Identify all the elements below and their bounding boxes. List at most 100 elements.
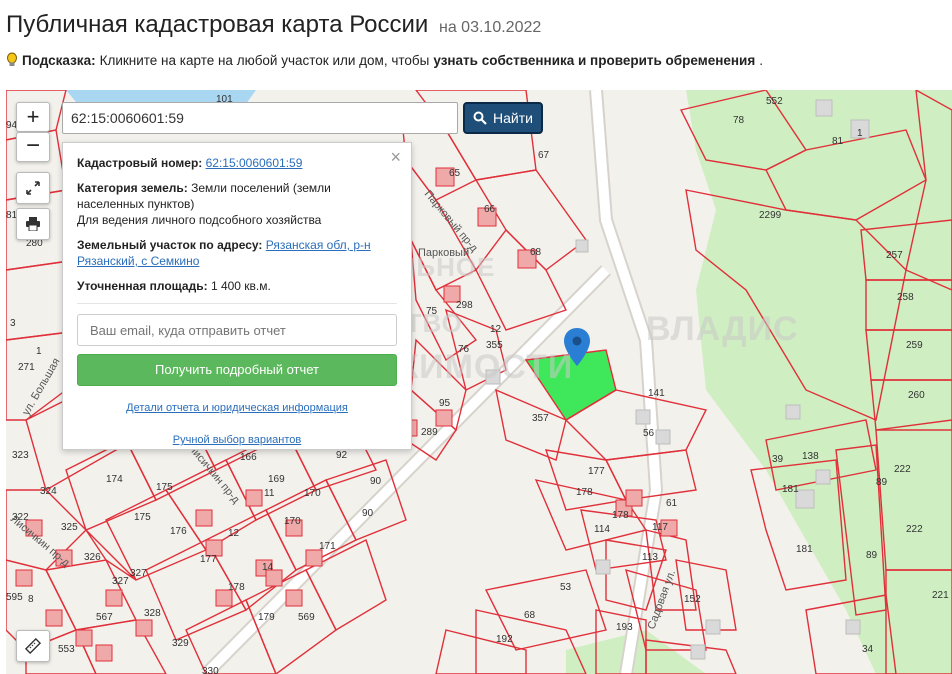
title-date: на 03.10.2022 (439, 19, 542, 36)
parcel-39: 39 (772, 454, 784, 465)
ruler-button[interactable] (16, 630, 50, 662)
cadastral-search-input[interactable] (62, 102, 458, 134)
parcel-14: 14 (262, 562, 274, 573)
area-label: Уточненная площадь: (77, 279, 208, 293)
parcel-567: 567 (96, 612, 113, 623)
parcel-260: 260 (908, 390, 925, 401)
parcel-81: 81 (832, 136, 844, 147)
page-header: Публичная кадастровая карта России на 03… (6, 10, 946, 43)
zoom-out-button[interactable]: − (16, 132, 50, 162)
parcel-177: 177 (588, 466, 605, 477)
zoom-in-button[interactable]: + (16, 102, 50, 132)
email-field[interactable] (77, 314, 397, 346)
parcel-192: 192 (496, 634, 513, 645)
parcel-info-popup: × Кадастровый номер: 62:15:0060601:59 Ка… (62, 142, 412, 450)
parcel-179: 179 (258, 612, 275, 623)
parcel-175b: 175 (134, 512, 151, 523)
details-link-wrap: Детали отчета и юридическая информация (77, 400, 397, 416)
parcel-259: 259 (906, 340, 923, 351)
close-icon[interactable]: × (390, 148, 401, 166)
parcel-178a: 178 (576, 487, 593, 498)
parcel-177b: 177 (200, 554, 217, 565)
parcel-257: 257 (886, 250, 903, 261)
get-report-button[interactable]: Получить подробный отчет (77, 354, 397, 386)
parcel-3: 3 (10, 318, 16, 329)
parcel-141: 141 (648, 388, 665, 399)
page-title: Публичная кадастровая карта России на 03… (6, 11, 541, 38)
parcel-176: 176 (170, 526, 187, 537)
parcel-89a: 89 (876, 477, 888, 488)
address-label: Земельный участок по адресу: (77, 238, 263, 252)
parcel-289: 289 (421, 427, 438, 438)
parcel-68: 68 (530, 247, 542, 258)
parcel-1b: 1 (36, 346, 42, 357)
parcel-327a: 327 (112, 576, 129, 587)
hint-text: Кликните на карте на любой участок или д… (99, 52, 430, 68)
watermark-vladis: ВЛАДИС (646, 310, 799, 348)
parcel-323: 323 (12, 450, 29, 461)
parcel-61: 61 (666, 498, 678, 509)
category-label: Категория земель: (77, 181, 188, 195)
parcel-68b: 68 (524, 610, 536, 621)
parcel-169: 169 (268, 474, 285, 485)
parcel-67: 67 (538, 150, 550, 161)
parcel-66: 66 (484, 204, 496, 215)
cadastral-link[interactable]: 62:15:0060601:59 (206, 156, 303, 170)
lightbulb-icon (7, 52, 17, 66)
parcel-89b: 89 (866, 550, 878, 561)
parcel-2299: 2299 (759, 210, 782, 221)
cadastral-map[interactable]: 101 552 78 81 1 67 65 66 68 2299 257 258… (6, 90, 952, 674)
parcel-181b: 181 (796, 544, 813, 555)
usage-value: Для ведения личного подсобного хозяйства (77, 213, 322, 227)
search-button[interactable]: Найти (463, 102, 543, 134)
parcel-193: 193 (616, 622, 633, 633)
parcel-114: 114 (594, 524, 610, 535)
parcel-12: 12 (490, 324, 502, 335)
parcel-271: 271 (18, 362, 35, 373)
parcel-1: 1 (857, 128, 863, 139)
parcel-175a: 175 (156, 482, 173, 493)
parcel-258: 258 (897, 292, 914, 303)
parcel-552: 552 (766, 96, 783, 107)
parcel-222b: 222 (906, 524, 923, 535)
parcel-329: 329 (172, 638, 189, 649)
expand-icon (26, 181, 40, 195)
print-button[interactable] (16, 208, 50, 240)
parcel-326: 326 (84, 552, 101, 563)
parcel-595: 595 (6, 592, 23, 603)
details-link[interactable]: Детали отчета и юридическая информация (126, 402, 348, 414)
parcel-92: 92 (336, 450, 348, 461)
parcel-171: 171 (319, 541, 336, 552)
hint-bold-text: узнать собственника и проверить обремене… (433, 52, 756, 68)
parcel-95: 95 (439, 398, 451, 409)
hint-bar: Подсказка: Кликните на карте на любой уч… (6, 52, 763, 68)
parcel-8: 8 (28, 594, 34, 605)
ruler-icon (25, 638, 41, 654)
parcel-65: 65 (449, 168, 461, 179)
manual-link-wrap: Ручной выбор вариантов (77, 432, 397, 448)
parcel-34: 34 (862, 644, 874, 655)
parcel-330: 330 (202, 666, 219, 674)
parcel-12b: 12 (228, 528, 240, 539)
parcel-90a: 90 (370, 476, 382, 487)
parcel-90b: 90 (362, 508, 374, 519)
parcel-553: 553 (58, 644, 75, 655)
parcel-328: 328 (144, 608, 161, 619)
area-row: Уточненная площадь: 1 400 кв.м. (77, 278, 397, 294)
title-text: Публичная кадастровая карта России (6, 11, 429, 38)
parcel-78: 78 (733, 115, 745, 126)
parcel-327b: 327 (130, 568, 147, 579)
search-icon (473, 111, 487, 125)
fullscreen-button[interactable] (16, 172, 50, 204)
parcel-117: 117 (652, 522, 668, 533)
search-button-label: Найти (493, 110, 533, 126)
manual-select-link[interactable]: Ручной выбор вариантов (173, 434, 301, 446)
parcel-11: 11 (264, 488, 275, 499)
cadastral-label: Кадастровый номер: (77, 156, 203, 170)
parcel-569: 569 (298, 612, 315, 623)
parcel-56: 56 (643, 428, 655, 439)
parcel-181a: 181 (782, 484, 799, 495)
parcel-222a: 222 (894, 464, 911, 475)
cadastral-row: Кадастровый номер: 62:15:0060601:59 (77, 155, 397, 171)
parcel-152: 152 (684, 594, 701, 605)
